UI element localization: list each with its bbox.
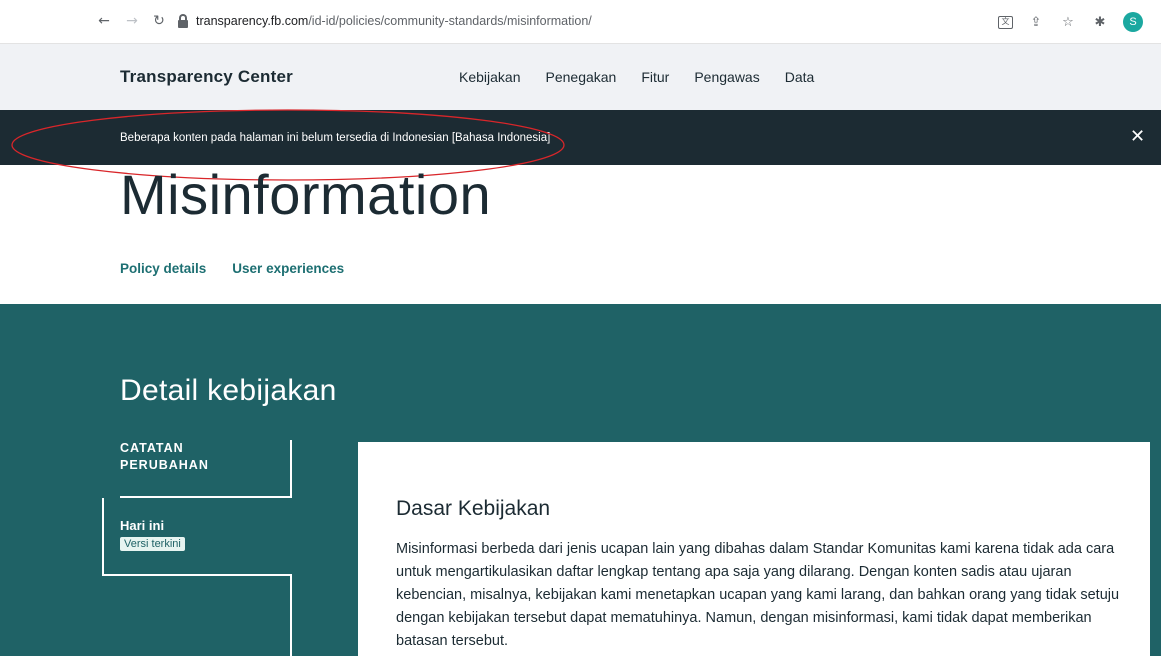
nav-item-pengawas[interactable]: Pengawas [694, 69, 759, 85]
nav-item-fitur[interactable]: Fitur [641, 69, 669, 85]
bookmark-star-icon[interactable]: ☆ [1059, 15, 1077, 30]
policy-card: Dasar Kebijakan Misinformasi berbeda dar… [358, 442, 1150, 656]
profile-avatar[interactable]: S [1123, 12, 1143, 32]
version-item-today[interactable]: Hari ini Versi terkini [102, 498, 292, 576]
main-nav: Kebijakan Penegakan Fitur Pengawas Data [459, 69, 814, 85]
tab-user-experiences[interactable]: User experiences [232, 261, 344, 276]
share-icon[interactable]: ⇪ [1027, 15, 1045, 30]
brand-link[interactable]: Transparency Center [120, 67, 293, 87]
banner-message: Beberapa konten pada halaman ini belum t… [120, 132, 551, 144]
forward-arrow-icon[interactable]: → [122, 11, 142, 31]
nav-item-kebijakan[interactable]: Kebijakan [459, 69, 521, 85]
tab-policy-details[interactable]: Policy details [120, 261, 206, 276]
changelog-header: CATATAN PERUBAHAN [120, 440, 292, 498]
changelog-label: CATATAN PERUBAHAN [120, 441, 209, 472]
address-bar[interactable]: transparency.fb.com/id-id/policies/commu… [178, 9, 914, 35]
lock-icon [178, 14, 188, 28]
card-title: Dasar Kebijakan [396, 497, 551, 520]
page-title: Misinformation [120, 163, 492, 226]
latest-version-badge: Versi terkini [120, 537, 185, 551]
language-notice-banner: Beberapa konten pada halaman ini belum t… [0, 110, 1161, 165]
page-tabs: Policy details User experiences [120, 261, 344, 276]
back-arrow-icon[interactable]: ← [94, 11, 114, 31]
translate-icon[interactable]: 文 [998, 15, 1013, 29]
url-path: /id-id/policies/community-standards/misi… [308, 14, 592, 28]
site-header: Transparency Center Kebijakan Penegakan … [0, 44, 1161, 110]
version-label: Hari ini [120, 518, 165, 533]
reload-icon[interactable]: ↻ [149, 11, 169, 31]
card-body: Misinformasi berbeda dari jenis ucapan l… [396, 541, 1120, 649]
policy-section: Detail kebijakan CATATAN PERUBAHAN Hari … [0, 304, 1161, 656]
section-heading: Detail kebijakan [120, 374, 337, 407]
nav-item-data[interactable]: Data [785, 69, 815, 85]
extensions-puzzle-icon[interactable]: ✱ [1091, 15, 1109, 30]
browser-actions: 文 ⇪ ☆ ✱ S [998, 9, 1143, 35]
browser-toolbar: ← → ↻ transparency.fb.com/id-id/policies… [0, 0, 1161, 44]
nav-item-penegakan[interactable]: Penegakan [546, 69, 617, 85]
url-text[interactable]: transparency.fb.com/id-id/policies/commu… [196, 14, 592, 28]
url-domain: transparency.fb.com [196, 14, 309, 28]
close-icon[interactable]: ✕ [1130, 127, 1145, 147]
timeline-rail [290, 576, 292, 656]
